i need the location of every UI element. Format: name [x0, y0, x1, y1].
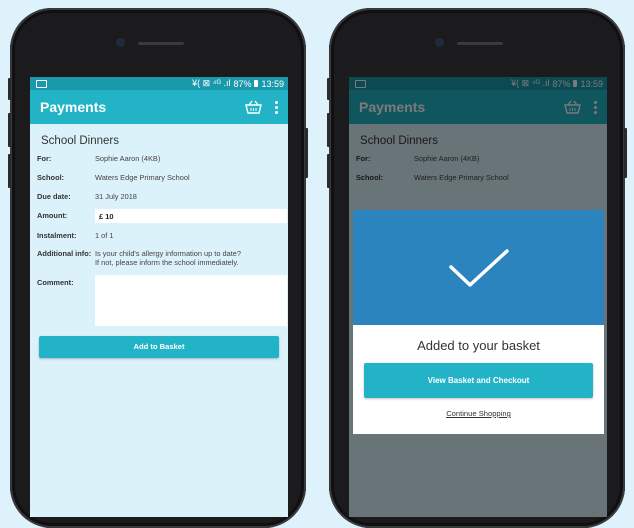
gallery-notification-icon [36, 79, 47, 88]
due-date-label: Due date: [37, 192, 71, 201]
screen-payment-form: ¥( ⊠ ⁴ᴳ .ıl 87% 13:59 Payments School Di… [30, 77, 288, 517]
field-due-date: Due date: 31 July 2018 [30, 192, 288, 201]
battery-icon [254, 80, 259, 87]
form-title: School Dinners [41, 135, 119, 147]
amount-input[interactable]: £ 10 [95, 209, 287, 223]
added-to-basket-dialog: Added to your basket View Basket and Che… [353, 210, 604, 434]
dialog-title: Added to your basket [417, 338, 540, 353]
screen-added-to-basket: ¥( ⊠ ⁴ᴳ .ıl 87% 13:59 Payments School Di… [349, 77, 607, 517]
phone-side-button [305, 128, 308, 178]
school-value: Waters Edge Primary School [95, 173, 190, 182]
phone-side-button [327, 113, 330, 147]
view-basket-checkout-button[interactable]: View Basket and Checkout [364, 363, 593, 398]
add-to-basket-button[interactable]: Add to Basket [39, 336, 279, 358]
basket-icon[interactable] [245, 100, 262, 114]
battery-percent: 87% [233, 78, 252, 89]
front-camera [117, 39, 124, 46]
for-value: Sophie Aaron (4KB) [95, 154, 161, 163]
payment-form: School Dinners For: Sophie Aaron (4KB) S… [30, 124, 288, 358]
app-bar: Payments [30, 90, 288, 124]
phone-side-button [327, 78, 330, 100]
continue-shopping-link[interactable]: Continue Shopping [353, 409, 604, 418]
status-time: 13:59 [261, 78, 284, 89]
instalment-value: 1 of 1 [95, 231, 114, 240]
field-comment: Comment: [30, 275, 288, 326]
amount-label: Amount: [37, 211, 68, 220]
checkmark-icon [448, 248, 509, 287]
earpiece-speaker [457, 42, 503, 45]
phone-left: ¥( ⊠ ⁴ᴳ .ıl 87% 13:59 Payments School Di… [8, 8, 308, 528]
instalment-label: Instalment: [37, 231, 77, 240]
additional-info-label: Additional info: [37, 249, 92, 258]
for-label: For: [37, 154, 52, 163]
dialog-header [353, 210, 604, 325]
phone-side-button [624, 128, 627, 178]
status-indicators: ¥( ⊠ ⁴ᴳ .ıl [192, 78, 231, 88]
field-instalment: Instalment: 1 of 1 [30, 231, 288, 240]
school-label: School: [37, 173, 65, 182]
phone-side-button [8, 154, 11, 188]
page-title: Payments [40, 99, 107, 115]
earpiece-speaker [138, 42, 184, 45]
phone-side-button [8, 113, 11, 147]
due-date-value: 31 July 2018 [95, 192, 137, 201]
more-menu-icon[interactable] [274, 100, 278, 114]
front-camera [436, 39, 443, 46]
field-amount: Amount: £ 10 [30, 209, 288, 223]
phone-right: ¥( ⊠ ⁴ᴳ .ıl 87% 13:59 Payments School Di… [327, 8, 627, 528]
comment-label: Comment: [37, 278, 74, 287]
phone-side-button [327, 154, 330, 188]
status-bar: ¥( ⊠ ⁴ᴳ .ıl 87% 13:59 [30, 77, 288, 90]
additional-info-line: Is your child's allergy information up t… [95, 249, 242, 258]
additional-info-line: If not, please inform the school immedia… [95, 258, 239, 267]
comment-textarea[interactable] [95, 275, 287, 326]
field-for: For: Sophie Aaron (4KB) [30, 154, 288, 163]
dialog-body: Added to your basket View Basket and Che… [353, 325, 604, 434]
phone-side-button [8, 78, 11, 100]
field-additional-info: Additional info: Is your child's allergy… [30, 249, 288, 267]
field-school: School: Waters Edge Primary School [30, 173, 288, 182]
